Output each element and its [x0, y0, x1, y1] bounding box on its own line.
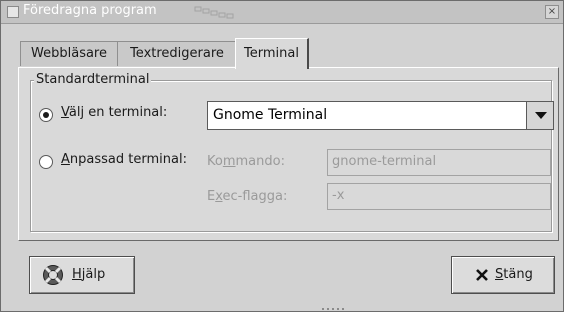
exec-flag-label: Exec-flagga: [207, 189, 288, 204]
tab-label: Terminal [244, 46, 299, 61]
tab-texteditor[interactable]: Textredigerare [117, 41, 237, 66]
choose-terminal-label[interactable]: Välj en terminal: [61, 105, 167, 120]
help-button[interactable]: Hjälp [29, 256, 135, 294]
chevron-down-icon [535, 112, 547, 119]
window-menu-icon[interactable] [7, 6, 19, 18]
tab-terminal[interactable]: Terminal [235, 38, 309, 69]
close-x-icon [476, 269, 488, 281]
frame-legend: Standardterminal [34, 72, 152, 87]
window-title: Föredragna program [23, 3, 157, 18]
custom-terminal-label[interactable]: Anpassad terminal: [61, 152, 187, 167]
command-field[interactable]: gnome-terminal [327, 149, 551, 176]
close-button[interactable]: Stäng [451, 256, 555, 294]
help-button-label: Hjälp [72, 267, 106, 282]
exec-flag-field[interactable]: -x [327, 183, 551, 210]
tab-label: Textredigerare [130, 46, 224, 61]
radio-selected-dot [43, 112, 49, 118]
preferred-applications-window: Föredragna program × Webbläsare Textredi… [0, 0, 564, 312]
titlebar-pattern-icon [194, 6, 234, 19]
resize-grip-icon[interactable] [321, 307, 345, 311]
help-lifebuoy-icon [43, 265, 63, 285]
terminal-select-value: Gnome Terminal [213, 107, 328, 123]
custom-terminal-radio[interactable] [39, 155, 53, 169]
dropdown-button[interactable] [526, 102, 553, 129]
title-bar[interactable]: Föredragna program × [1, 1, 563, 24]
command-field-value: gnome-terminal [332, 154, 437, 169]
close-button-label: Stäng [495, 267, 533, 282]
tab-label: Webbläsare [31, 46, 107, 61]
tab-webbrowser[interactable]: Webbläsare [20, 41, 118, 66]
choose-terminal-radio[interactable] [39, 108, 53, 122]
terminal-select[interactable]: Gnome Terminal [207, 101, 554, 130]
exec-flag-field-value: -x [332, 188, 345, 203]
command-label: Kommando: [207, 154, 285, 169]
window-close-button[interactable]: × [545, 5, 559, 19]
